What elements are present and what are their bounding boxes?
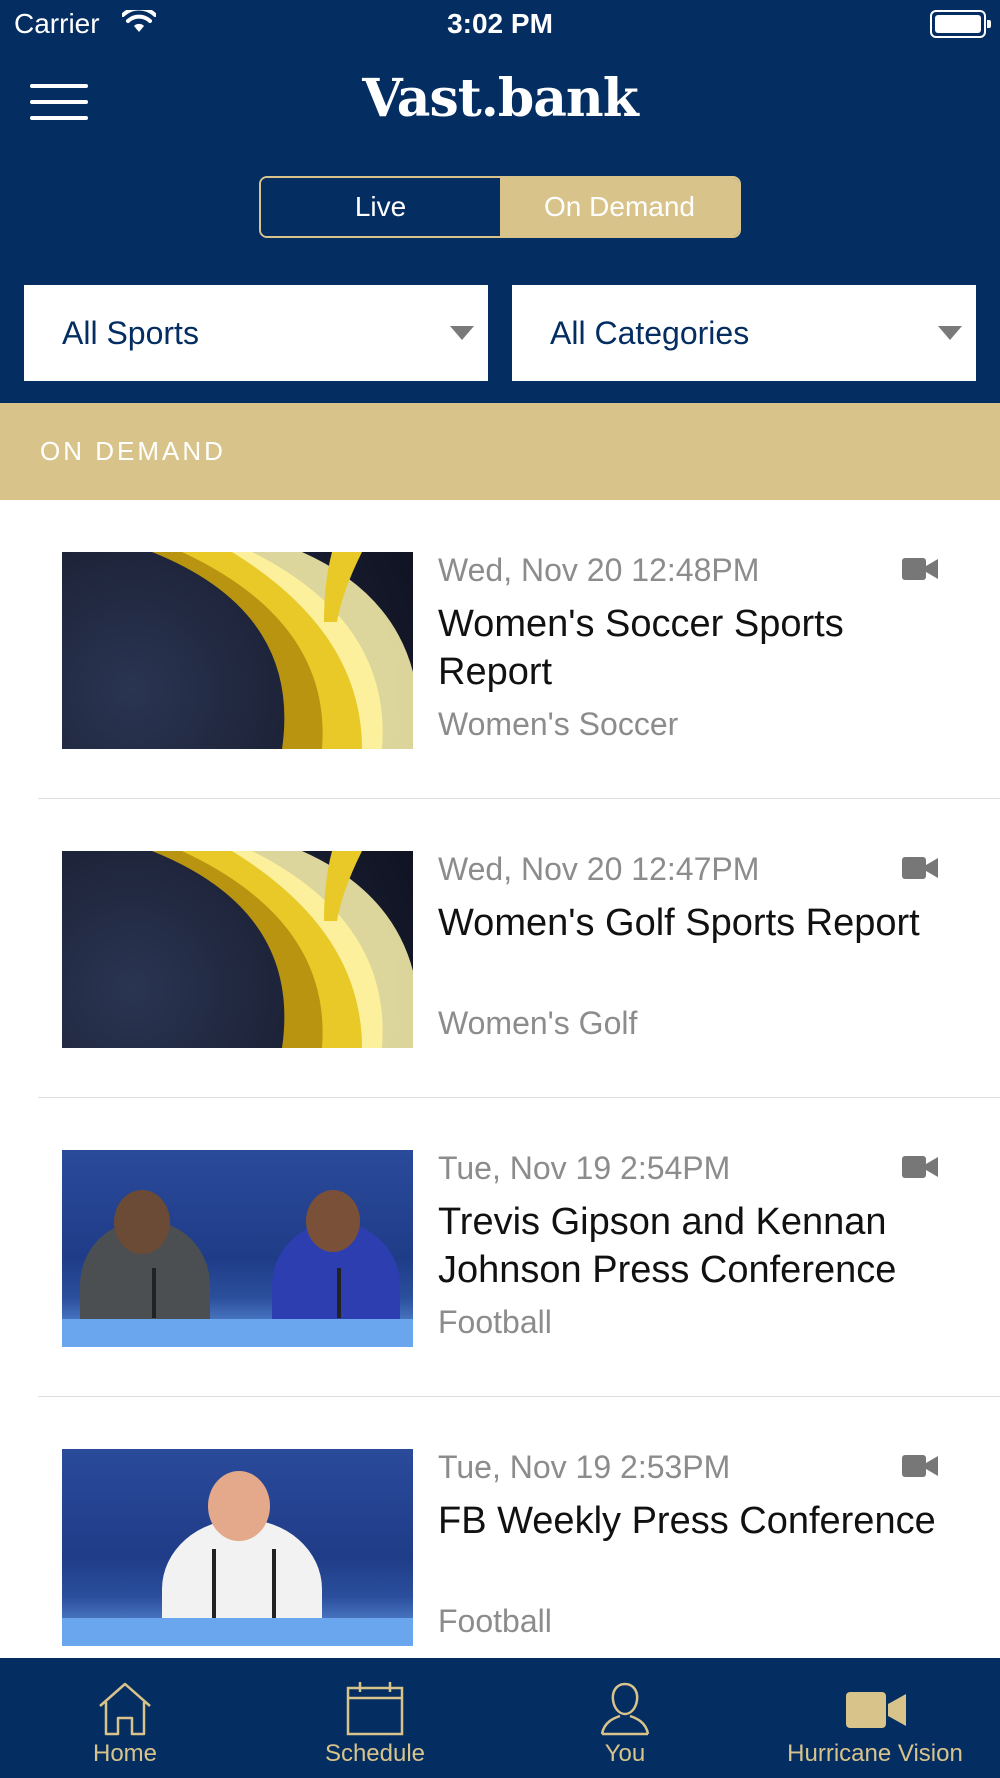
tab-label: Hurricane Vision <box>787 1740 963 1767</box>
tab-label: Home <box>92 1740 158 1767</box>
video-title: Trevis Gipson and Kennan Johnson Press C… <box>438 1201 897 1291</box>
video-camera-icon <box>902 1156 938 1178</box>
video-camera-icon <box>902 857 938 879</box>
video-sport: Football <box>438 1603 552 1639</box>
tab-you[interactable]: You <box>500 1658 750 1778</box>
video-thumbnail <box>62 851 413 1048</box>
status-time: 3:02 PM <box>447 8 553 39</box>
video-thumbnail <box>62 1449 413 1646</box>
video-title: Women's Soccer Sports Report <box>438 603 844 693</box>
section-title: ON DEMAND <box>40 436 226 466</box>
section-header: ON DEMAND <box>0 403 1000 500</box>
chevron-down-icon <box>450 326 474 340</box>
sports-filter-value: All Sports <box>62 315 199 351</box>
video-date: Wed, Nov 20 12:48PM <box>438 552 760 588</box>
list-item[interactable]: Wed, Nov 20 12:47PM Women's Golf Sports … <box>0 799 1000 1098</box>
tab-live[interactable]: Live <box>261 178 500 236</box>
video-thumbnail <box>62 552 413 749</box>
video-title: Women's Golf Sports Report <box>438 902 920 944</box>
video-date: Wed, Nov 20 12:47PM <box>438 851 760 887</box>
header: Vast.bank Live On Demand All Sports All … <box>0 50 1000 403</box>
sports-filter-dropdown[interactable]: All Sports <box>24 285 488 381</box>
video-thumbnail <box>62 1150 413 1347</box>
categories-filter-dropdown[interactable]: All Categories <box>512 285 976 381</box>
categories-filter-value: All Categories <box>550 315 750 351</box>
live-on-demand-toggle: Live On Demand <box>259 176 741 238</box>
video-camera-icon <box>902 558 938 580</box>
tab-on-demand[interactable]: On Demand <box>500 178 739 236</box>
tab-bar: Home Schedule You Hurricane Vision <box>0 1658 1000 1778</box>
tab-label: Schedule <box>324 1740 426 1767</box>
person-icon <box>600 1682 650 1736</box>
tab-hurricane-vision[interactable]: Hurricane Vision <box>750 1658 1000 1778</box>
tab-label: You <box>604 1740 646 1767</box>
battery-icon <box>930 10 991 38</box>
video-sport: Women's Soccer <box>438 706 679 742</box>
video-sport: Women's Golf <box>438 1005 638 1041</box>
brand-logo: Vast.bank <box>362 68 639 129</box>
video-camera-icon <box>902 1455 938 1477</box>
list-item[interactable]: Wed, Nov 20 12:48PM Women's Soccer Sport… <box>0 500 1000 799</box>
video-title: FB Weekly Press Conference <box>438 1500 936 1542</box>
chevron-down-icon <box>938 326 962 340</box>
list-item[interactable]: Tue, Nov 19 2:53PM FB Weekly Press Confe… <box>0 1397 1000 1696</box>
list-item[interactable]: Tue, Nov 19 2:54PM Trevis Gipson and Ken… <box>0 1098 1000 1397</box>
video-date: Tue, Nov 19 2:53PM <box>438 1449 731 1485</box>
tab-home[interactable]: Home <box>0 1658 250 1778</box>
home-icon <box>99 1682 151 1736</box>
tab-schedule[interactable]: Schedule <box>250 1658 500 1778</box>
video-camera-icon <box>846 1692 906 1728</box>
status-bar: Carrier 3:02 PM <box>0 0 1000 50</box>
video-date: Tue, Nov 19 2:54PM <box>438 1150 731 1186</box>
calendar-icon <box>346 1682 404 1736</box>
video-sport: Football <box>438 1304 552 1340</box>
video-list: Wed, Nov 20 12:48PM Women's Soccer Sport… <box>0 500 1000 1696</box>
